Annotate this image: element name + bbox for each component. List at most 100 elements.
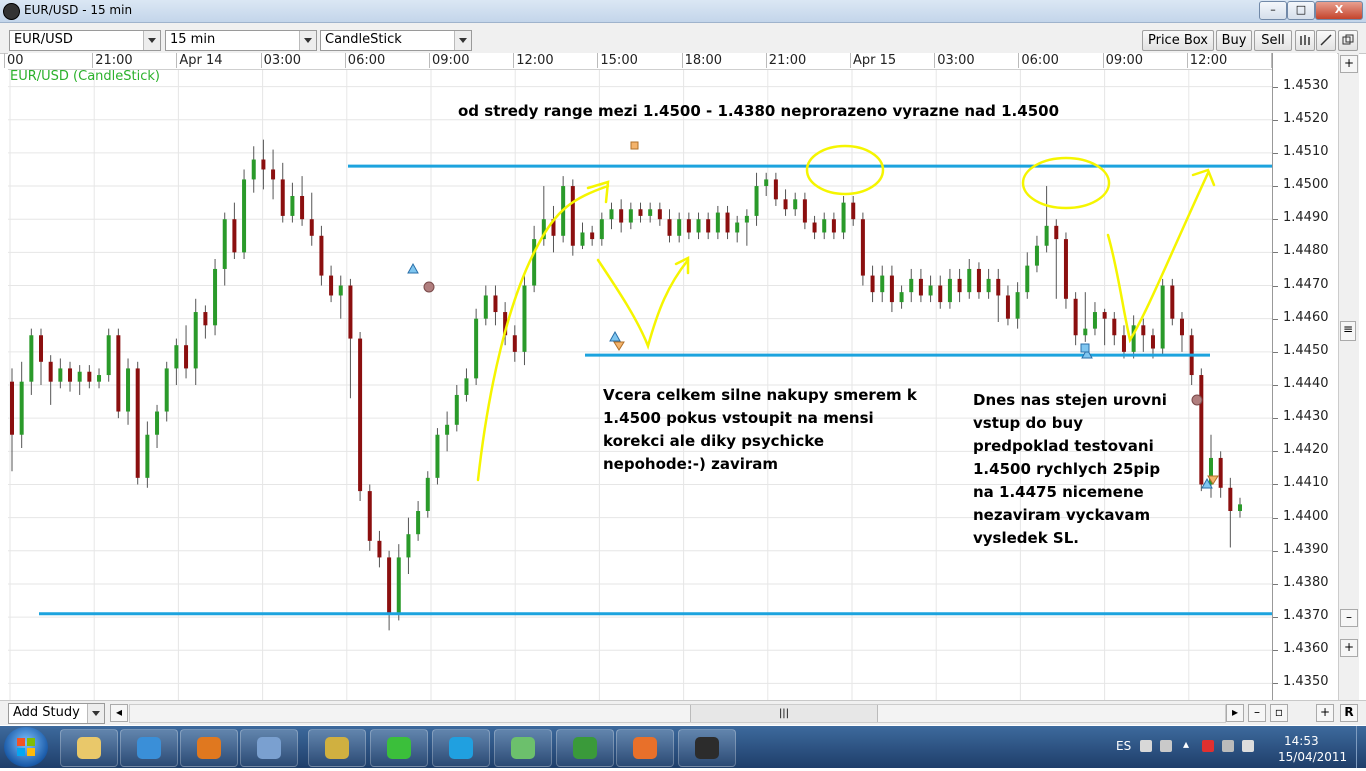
taskbar-app-button[interactable] bbox=[60, 729, 118, 767]
zoom-out-icon[interactable]: – bbox=[1248, 704, 1266, 722]
sell-marker-icon bbox=[613, 341, 625, 351]
today-annotation: Dnes nas stejen urovni vstup do buy pred… bbox=[973, 389, 1167, 550]
candle-body bbox=[435, 434, 440, 478]
maximize-button[interactable]: □ bbox=[1287, 1, 1315, 20]
time-tick-label: 09:00 bbox=[429, 53, 469, 68]
scroll-thumb[interactable]: ≡ bbox=[1340, 321, 1356, 341]
time-axis: 00 21:00 Apr 14 03:00 06:00 09:00 12:00 15:00 18… bbox=[4, 53, 1303, 70]
keyboard-icon[interactable] bbox=[1140, 740, 1152, 752]
bars-icon[interactable] bbox=[1295, 30, 1315, 51]
taskbar-app-button[interactable] bbox=[180, 729, 238, 767]
time-tick-label: 06:00 bbox=[1018, 53, 1059, 68]
zoom-in-icon[interactable]: + bbox=[1340, 639, 1358, 657]
chevron-up-icon[interactable]: ▴ bbox=[1183, 737, 1189, 751]
price-tick-label: 1.4350 bbox=[1283, 674, 1329, 690]
interval-select[interactable]: 15 min bbox=[165, 30, 317, 51]
zoom-in-icon[interactable]: + bbox=[1316, 704, 1334, 722]
add-study-select[interactable]: Add Study bbox=[8, 703, 105, 724]
sell-button[interactable]: Sell bbox=[1254, 30, 1292, 51]
taskbar-app-button[interactable] bbox=[370, 729, 428, 767]
candle-body bbox=[309, 219, 314, 236]
candle-body bbox=[715, 212, 720, 233]
price-tick-label: 1.4390 bbox=[1283, 541, 1329, 557]
flag-icon[interactable] bbox=[1202, 740, 1214, 752]
candle-body bbox=[329, 275, 334, 296]
clock-time[interactable]: 14:53 bbox=[1284, 734, 1319, 748]
detach-icon[interactable] bbox=[1338, 30, 1358, 51]
show-desktop-button[interactable] bbox=[1356, 726, 1366, 768]
title-bar: EUR/USD - 15 min – □ X bbox=[0, 0, 1366, 23]
symbol-select[interactable]: EUR/USD bbox=[9, 30, 161, 51]
taskbar-app-button[interactable] bbox=[240, 729, 298, 767]
taskbar-app-button[interactable] bbox=[556, 729, 614, 767]
annotation-arrow bbox=[596, 258, 690, 350]
zoom-reset-icon[interactable]: ▫ bbox=[1270, 704, 1288, 722]
price-tick bbox=[1273, 318, 1278, 320]
time-tick-label: 03:00 bbox=[260, 53, 301, 68]
zoom-out-icon[interactable]: – bbox=[1340, 609, 1358, 627]
chart-type-select[interactable]: CandleStick bbox=[320, 30, 472, 51]
speaker-icon[interactable] bbox=[1242, 740, 1254, 752]
language-indicator[interactable]: ES bbox=[1116, 739, 1131, 753]
candle-body bbox=[638, 209, 643, 216]
candle-body bbox=[222, 219, 227, 269]
candle-body bbox=[590, 232, 595, 240]
chevron-down-icon[interactable] bbox=[87, 704, 104, 723]
chevron-down-icon[interactable] bbox=[143, 31, 160, 50]
network-tray-icon[interactable] bbox=[1160, 740, 1172, 752]
price-tick-label: 1.4440 bbox=[1283, 376, 1329, 391]
time-tick-label: 12:00 bbox=[513, 53, 554, 68]
candle-body bbox=[522, 285, 527, 352]
price-tick bbox=[1273, 285, 1278, 287]
chevron-down-icon[interactable] bbox=[454, 31, 471, 50]
skype-icon bbox=[449, 737, 473, 759]
price-tick bbox=[1273, 252, 1278, 254]
candle-body bbox=[1218, 457, 1223, 488]
candle-body bbox=[1005, 295, 1010, 319]
taskbar-app-button[interactable] bbox=[616, 729, 674, 767]
candle-body bbox=[735, 222, 740, 233]
price-tick-label: 1.4480 bbox=[1283, 243, 1329, 259]
taskbar-app-button[interactable] bbox=[494, 729, 552, 767]
windows-start-icon[interactable] bbox=[4, 727, 48, 767]
zoom-in-icon[interactable]: + bbox=[1340, 55, 1358, 73]
price-tick-label: 1.4360 bbox=[1283, 641, 1329, 657]
price-box-button[interactable]: Price Box bbox=[1142, 30, 1214, 51]
scroll-left-icon[interactable]: ◂ bbox=[110, 704, 128, 722]
price-tick-label: 1.4380 bbox=[1283, 574, 1329, 590]
candle-body bbox=[145, 434, 150, 478]
chevron-down-icon[interactable] bbox=[299, 31, 316, 50]
candle-body bbox=[174, 345, 179, 369]
minimize-button[interactable]: – bbox=[1259, 1, 1287, 20]
buy-marker-icon bbox=[407, 262, 419, 274]
network-icon bbox=[511, 737, 535, 759]
annotation-arrowhead bbox=[674, 255, 690, 275]
candle-body bbox=[764, 179, 769, 187]
annotation-line: Vcera celkem silne nakupy smerem k bbox=[603, 386, 917, 404]
clock-date[interactable]: 15/04/2011 bbox=[1278, 750, 1347, 764]
horizontal-scrollbar[interactable]: ||| bbox=[129, 704, 1226, 723]
taskbar-app-button[interactable] bbox=[678, 729, 736, 767]
price-tick bbox=[1273, 86, 1278, 88]
taskbar-app-button[interactable] bbox=[432, 729, 490, 767]
candle-body bbox=[831, 219, 836, 233]
entry-marker-icon bbox=[1080, 343, 1090, 353]
tool-icon bbox=[257, 737, 281, 759]
close-button[interactable]: X bbox=[1315, 1, 1363, 20]
scroll-right-icon[interactable]: ▸ bbox=[1226, 704, 1244, 722]
candle-body bbox=[464, 378, 469, 395]
taskbar-app-button[interactable] bbox=[308, 729, 366, 767]
candle-body bbox=[358, 338, 363, 492]
price-tick bbox=[1273, 219, 1278, 221]
candle-body bbox=[87, 371, 92, 382]
scroll-thumb[interactable]: ||| bbox=[690, 705, 878, 722]
buy-button[interactable]: Buy bbox=[1216, 30, 1252, 51]
vertical-scrollbar[interactable]: + ≡ – + bbox=[1338, 53, 1359, 700]
taskbar-app-button[interactable] bbox=[120, 729, 178, 767]
signal-icon[interactable] bbox=[1222, 740, 1234, 752]
candle-body bbox=[851, 202, 856, 220]
reset-button[interactable]: R bbox=[1340, 704, 1358, 722]
candle-body bbox=[483, 295, 488, 319]
draw-line-icon[interactable] bbox=[1316, 30, 1336, 51]
candle-body bbox=[10, 381, 14, 435]
